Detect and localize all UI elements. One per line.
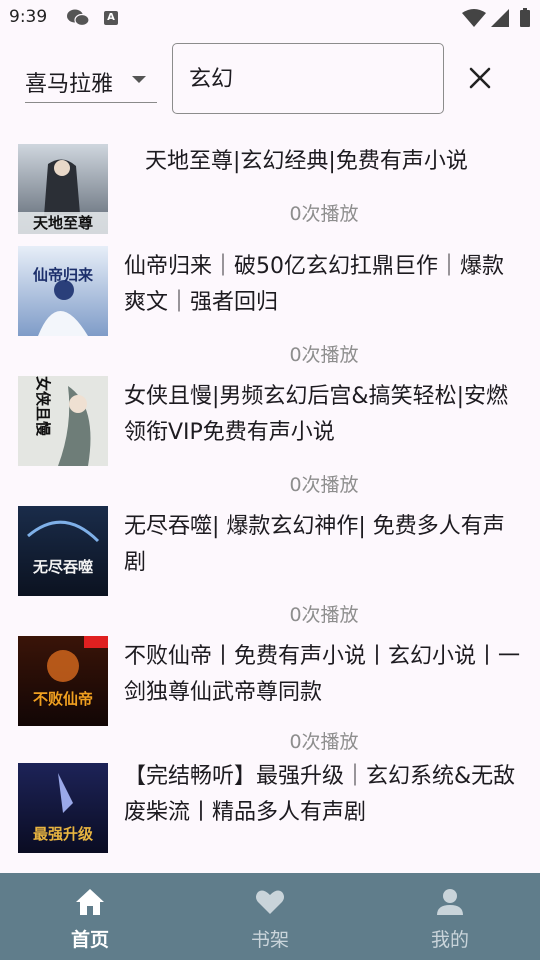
battery-icon (520, 8, 530, 27)
list-item[interactable]: 最强升级 【完结畅听】最强升级｜玄幻系统&无敌废柴流丨精品多人有声剧 (0, 761, 540, 871)
bottom-nav: 首页 书架 我的 (0, 873, 540, 960)
nav-home-label: 首页 (70, 929, 109, 951)
wifi-icon (462, 9, 486, 27)
book-title: 【完结畅听】最强升级｜玄幻系统&无敌废柴流丨精品多人有声剧 (124, 764, 516, 825)
nav-mine-label: 我的 (430, 929, 469, 951)
nav-mine[interactable]: 我的 (360, 873, 540, 960)
book-cover: 仙帝归来 (18, 246, 108, 336)
list-item[interactable]: 无尽吞噬 无尽吞噬| 爆款玄幻神作| 免费多人有声剧 0次播放 (0, 504, 540, 634)
status-bar: 9:39 A (0, 0, 540, 36)
search-input[interactable] (189, 60, 429, 94)
list-item[interactable]: 女侠且慢 女侠且慢|男频玄幻后宫&搞笑轻松|安燃领衔VIP免费有声小说 0次播放 (0, 374, 540, 504)
play-count: 0次播放 (289, 344, 359, 366)
book-cover: 无尽吞噬 (18, 506, 108, 596)
list-item[interactable]: 天地至尊 天地至尊|玄幻经典|免费有声小说 0次播放 (0, 140, 540, 244)
close-icon[interactable] (462, 60, 498, 96)
source-dropdown[interactable]: 喜马拉雅 (25, 62, 157, 103)
nav-shelf-label: 书架 (250, 929, 289, 951)
cover-title: 不败仙帝 (33, 690, 93, 708)
book-cover: 不败仙帝 (18, 636, 108, 726)
cover-title: 天地至尊 (33, 214, 93, 232)
home-icon (76, 889, 104, 915)
cover-title: 无尽吞噬 (32, 558, 93, 576)
heart-icon (256, 890, 284, 914)
book-title: 无尽吞噬| 爆款玄幻神作| 免费多人有声剧 (124, 514, 505, 575)
book-title: 女侠且慢|男频玄幻后宫&搞笑轻松|安燃领衔VIP免费有声小说 (124, 384, 508, 445)
source-dropdown-value: 喜马拉雅 (25, 72, 114, 97)
person-icon (437, 889, 463, 915)
nav-home[interactable]: 首页 (0, 873, 180, 960)
book-title: 仙帝归来｜破50亿玄幻扛鼎巨作｜爆款爽文｜强者回归 (124, 254, 504, 315)
cover-title: 仙帝归来 (33, 266, 94, 284)
search-field[interactable] (172, 43, 444, 114)
chevron-down-icon (132, 76, 146, 83)
book-title: 不败仙帝丨免费有声小说丨玄幻小说丨一剑独尊仙武帝尊同款 (124, 644, 521, 705)
result-list: 天地至尊 天地至尊|玄幻经典|免费有声小说 0次播放 仙帝归来 仙帝归来｜破50… (0, 140, 540, 871)
play-count: 0次播放 (289, 731, 359, 753)
signal-icon (491, 9, 509, 27)
list-item[interactable]: 仙帝归来 仙帝归来｜破50亿玄幻扛鼎巨作｜爆款爽文｜强者回归 0次播放 (0, 244, 540, 374)
book-cover: 天地至尊 (18, 144, 108, 234)
nav-shelf[interactable]: 书架 (180, 873, 360, 960)
cover-title: 女侠且慢 (34, 376, 52, 437)
play-count: 0次播放 (289, 474, 359, 496)
accessibility-a-icon: A (104, 11, 118, 25)
list-item[interactable]: 不败仙帝 不败仙帝丨免费有声小说丨玄幻小说丨一剑独尊仙武帝尊同款 0次播放 (0, 634, 540, 761)
book-cover: 女侠且慢 (18, 376, 108, 466)
play-count: 0次播放 (289, 604, 359, 626)
status-time: 9:39 (9, 7, 48, 27)
book-title: 天地至尊|玄幻经典|免费有声小说 (145, 149, 468, 174)
play-count: 0次播放 (289, 203, 359, 225)
wechat-icon (67, 9, 90, 27)
book-cover: 最强升级 (18, 763, 108, 853)
cover-title: 最强升级 (33, 825, 94, 843)
